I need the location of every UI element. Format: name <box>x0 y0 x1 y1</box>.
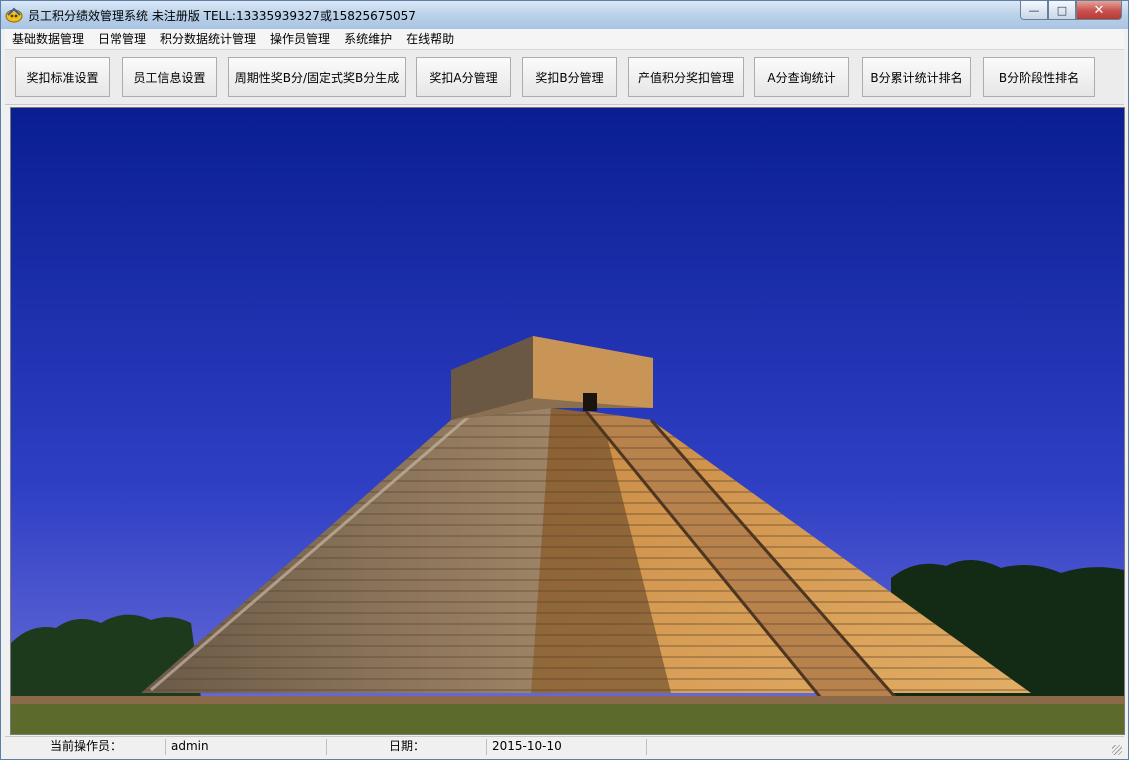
status-divider <box>326 739 327 755</box>
operator-label: 当前操作员： <box>50 739 123 753</box>
menu-points-stats[interactable]: 积分数据统计管理 <box>153 29 263 49</box>
menu-daily[interactable]: 日常管理 <box>91 29 153 49</box>
status-divider <box>165 739 166 755</box>
b-points-ranking-button[interactable]: B分累计统计排名 <box>862 57 971 97</box>
toolbar: 奖扣标准设置 员工信息设置 周期性奖B分/固定式奖B分生成 奖扣A分管理 奖扣B… <box>5 50 1124 105</box>
minimize-button[interactable]: — <box>1020 1 1048 20</box>
employee-info-button[interactable]: 员工信息设置 <box>122 57 217 97</box>
maximize-button[interactable]: □ <box>1048 1 1076 20</box>
menu-operators[interactable]: 操作员管理 <box>263 29 337 49</box>
status-bar: 当前操作员： admin 日期： 2015-10-10 <box>5 736 1124 757</box>
app-logo-icon <box>5 7 23 23</box>
close-button[interactable]: ✕ <box>1076 1 1122 20</box>
menu-bar: 基础数据管理 日常管理 积分数据统计管理 操作员管理 系统维护 在线帮助 <box>5 29 1124 50</box>
date-value: 2015-10-10 <box>492 739 562 753</box>
a-points-manage-button[interactable]: 奖扣A分管理 <box>416 57 511 97</box>
output-points-button[interactable]: 产值积分奖扣管理 <box>628 57 744 97</box>
menu-system[interactable]: 系统维护 <box>337 29 399 49</box>
b-points-stage-ranking-button[interactable]: B分阶段性排名 <box>983 57 1095 97</box>
main-window: 员工积分绩效管理系统 未注册版 TELL:13335939327或1582567… <box>0 0 1129 760</box>
resize-grip-icon[interactable] <box>1112 745 1122 755</box>
menu-basic-data[interactable]: 基础数据管理 <box>5 29 91 49</box>
title-bar[interactable]: 员工积分绩效管理系统 未注册版 TELL:13335939327或1582567… <box>1 1 1128 29</box>
window-title: 员工积分绩效管理系统 未注册版 TELL:13335939327或1582567… <box>28 9 416 23</box>
menu-help[interactable]: 在线帮助 <box>399 29 461 49</box>
reward-standard-button[interactable]: 奖扣标准设置 <box>15 57 110 97</box>
background-image-pyramid <box>10 107 1125 735</box>
window-controls: — □ ✕ <box>1020 1 1122 21</box>
status-divider <box>646 739 647 755</box>
operator-value: admin <box>171 739 209 753</box>
date-label: 日期： <box>389 739 426 753</box>
periodic-b-points-button[interactable]: 周期性奖B分/固定式奖B分生成 <box>228 57 406 97</box>
a-points-query-button[interactable]: A分查询统计 <box>754 57 849 97</box>
b-points-manage-button[interactable]: 奖扣B分管理 <box>522 57 617 97</box>
status-divider <box>486 739 487 755</box>
